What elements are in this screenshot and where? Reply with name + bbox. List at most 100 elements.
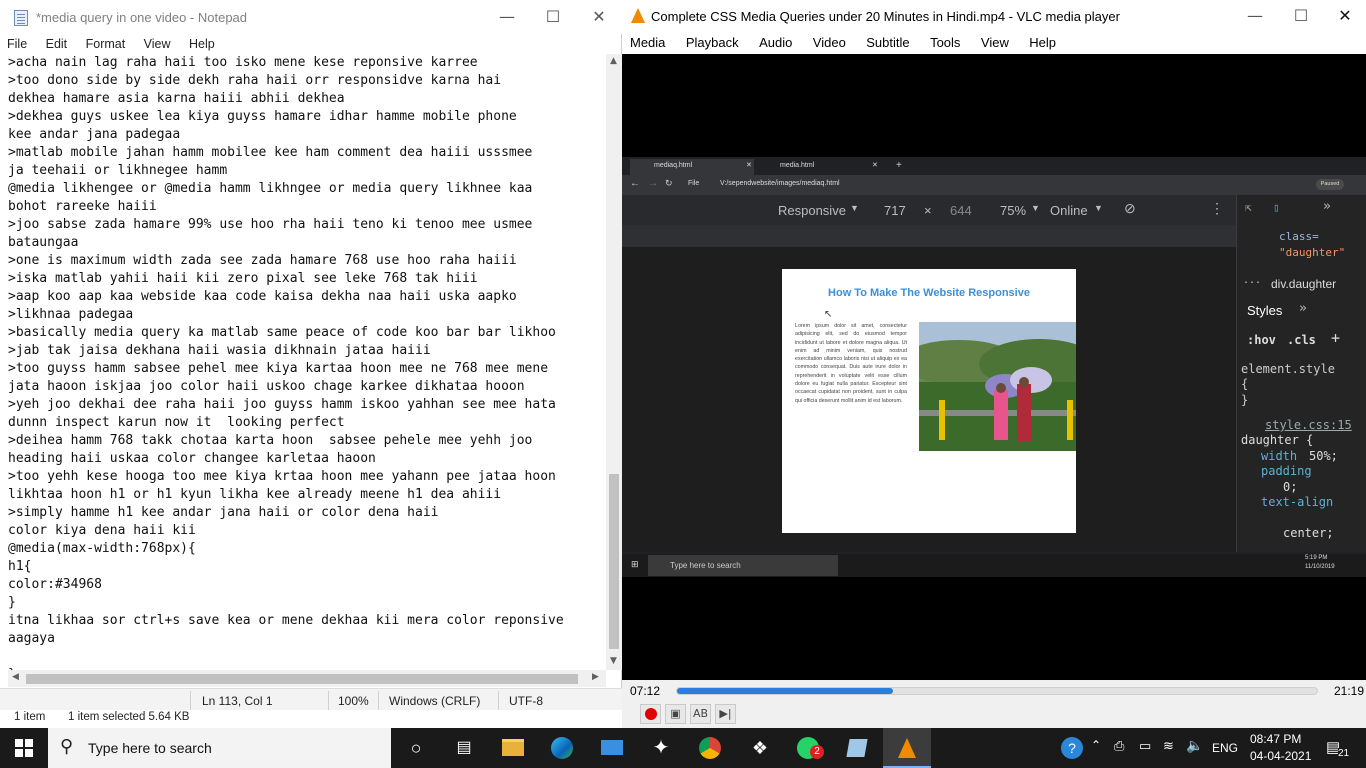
volume-icon[interactable]: 🔈 [1186,737,1203,754]
notification-badge: 2 [810,745,824,759]
new-tab-icon: + [896,160,902,171]
notepad-title: *media query in one video - Notepad [36,10,248,25]
css-property: text-align [1261,495,1334,509]
start-button[interactable] [0,728,48,768]
chevron-up-icon[interactable]: ⌃ [1091,738,1101,752]
menu-playback[interactable]: Playback [678,32,747,50]
edge-icon [551,737,573,759]
menu-subtitle[interactable]: Subtitle [858,32,917,50]
notepad-text-area[interactable]: >acha nain lag raha haii too isko mene k… [8,54,606,670]
loop-ab-button[interactable]: AB [690,704,711,724]
time-total: 21:19 [1334,684,1365,698]
mail-button[interactable] [588,728,636,768]
menu-media[interactable]: Media [622,32,673,50]
page-paragraph: Lorem ipsum dolor sit amet, consectetur … [795,323,907,404]
menu-format[interactable]: Format [79,34,133,54]
action-center-button[interactable]: ▤ 21 [1318,728,1366,768]
css-value: center; [1283,526,1334,540]
meet-now-icon[interactable]: ⎙ [1114,738,1124,754]
tab-title: media.html [780,162,815,169]
task-view-button[interactable]: ▤ [440,728,488,768]
snapshot-button[interactable]: ▣ [665,704,686,724]
vlc-taskbar-button[interactable] [883,728,931,768]
dropbox-button[interactable]: ❖ [736,728,784,768]
seek-bar[interactable] [676,687,1318,695]
cortana-button[interactable]: ○ [392,728,440,768]
whatsapp-button[interactable]: 2 [784,728,832,768]
notepad-taskbar-button[interactable] [833,728,881,768]
menu-video[interactable]: Video [805,32,854,50]
notepad-titlebar[interactable]: *media query in one video - Notepad — ☐ … [0,0,622,34]
dropbox-icon: ❖ [751,738,769,758]
loop-ab-icon: AB [692,707,709,720]
status-divider [378,691,379,711]
breadcrumb-more: ... [1243,275,1262,286]
url-text: V:/sependwebsite/images/mediaq.html [720,180,840,187]
css-selector: daughter { [1241,433,1314,447]
minimize-button[interactable]: — [1232,0,1278,32]
clock-time[interactable]: 08:47 PM [1250,732,1301,746]
minimize-button[interactable]: — [484,0,530,34]
menu-help[interactable]: Help [182,34,222,54]
cursor-position: Ln 113, Col 1 [202,694,273,708]
menu-file[interactable]: File [0,34,34,54]
paused-badge: Paused [1316,179,1344,190]
source-link: style.css:15 [1265,418,1352,432]
device-toolbar: Responsive ▼ 717 × 644 75% ▼ Online ▼ ⊘ … [622,195,1236,225]
record-button[interactable] [640,704,661,724]
status-divider [190,691,191,711]
horizontal-scroll-thumb[interactable] [26,674,578,684]
menu-tools[interactable]: Tools [922,32,968,50]
close-brace: } [1241,393,1249,407]
horizontal-scrollbar[interactable]: ◀ ▶ [8,670,606,687]
menu-audio[interactable]: Audio [751,32,800,50]
vertical-scrollbar[interactable]: ▲ ▼ [606,54,622,670]
chrome-button[interactable] [686,728,734,768]
tab-close-icon: ✕ [746,162,752,169]
scroll-left-icon[interactable]: ◀ [12,672,19,682]
zoom-select: 75% [1000,203,1027,218]
help-icon[interactable]: ? [1061,737,1083,759]
scroll-right-icon[interactable]: ▶ [592,672,599,682]
vlc-titlebar[interactable]: Complete CSS Media Queries under 20 Minu… [622,0,1366,32]
sublime-button[interactable]: ✦ [637,728,685,768]
scroll-up-icon[interactable]: ▲ [610,56,617,66]
html-attribute: class= [1279,230,1319,243]
more-tabs-icon: » [1323,199,1331,214]
menu-view[interactable]: View [973,32,1017,50]
windows-taskbar: ⚲ Type here to search ○ ▤ ✦ ❖ 2 ? ⌃ ⎙ ▭ … [0,728,1366,768]
close-button[interactable]: ✕ [1322,0,1366,32]
notepad-text[interactable]: >acha nain lag raha haii too isko mene k… [8,54,606,670]
selection-info: 1 item selected 5.64 KB [68,711,190,723]
tab-styles: Styles [1247,303,1283,318]
file-explorer-button[interactable] [489,728,537,768]
emulated-viewport: How To Make The Website Responsive Lorem… [622,247,1236,552]
edge-button[interactable] [538,728,586,768]
browser-tab: media.html ✕ [756,159,880,175]
language-indicator[interactable]: ENG [1212,741,1238,755]
video-frame[interactable]: mediaq.html ✕ media.html ✕ + ← → ↻ File … [622,157,1366,577]
windows-logo-icon [15,739,33,757]
clock-date[interactable]: 04-04-2021 [1250,749,1311,763]
vertical-scroll-thumb[interactable] [609,474,619,649]
maximize-button[interactable]: ☐ [1278,0,1324,32]
menu-help[interactable]: Help [1021,32,1064,50]
css-property: padding [1261,464,1312,478]
folder-icon [502,739,524,756]
css-property: width [1261,449,1298,463]
battery-icon[interactable]: ▭ [1139,738,1151,754]
chevron-down-icon: ▼ [850,203,859,213]
frame-step-button[interactable]: ▶| [715,704,736,724]
rotate-icon: ⊘ [1124,200,1136,216]
css-value: 50%; [1309,449,1338,463]
cls-toggle: .cls [1287,333,1316,347]
maximize-button[interactable]: ☐ [530,0,576,34]
recorded-clock-time: 5:19 PM [1305,555,1328,561]
chevron-down-icon: ▼ [1031,203,1040,213]
menu-view[interactable]: View [137,34,178,54]
taskbar-search-box[interactable]: ⚲ Type here to search [48,728,391,768]
scroll-down-icon[interactable]: ▼ [610,656,617,666]
menu-edit[interactable]: Edit [39,34,75,54]
close-button[interactable]: ✕ [576,0,622,34]
wifi-icon[interactable]: ≋ [1163,738,1174,754]
